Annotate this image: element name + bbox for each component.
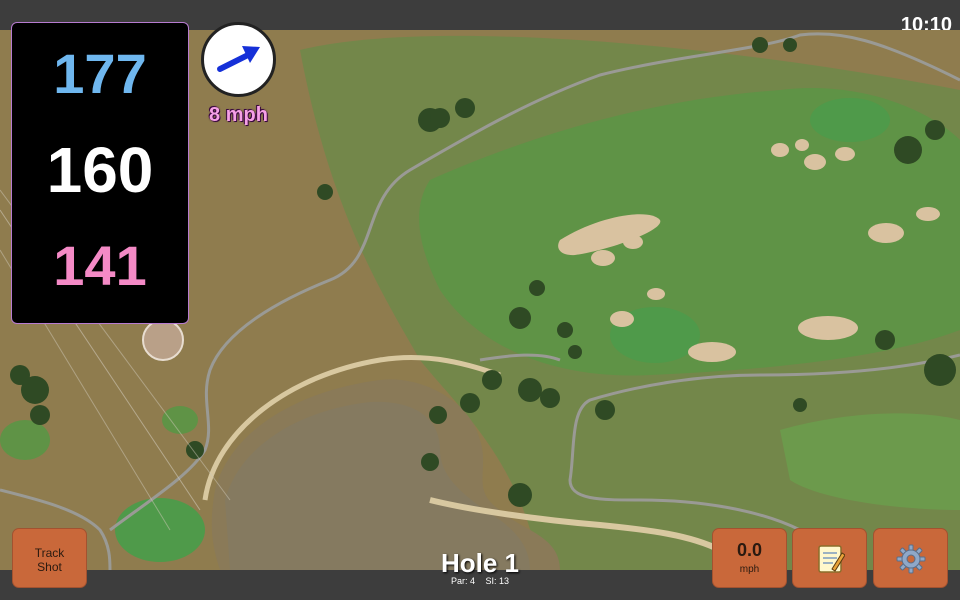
track-shot-label-line1: Track: [34, 546, 65, 560]
notepad-icon: [817, 545, 845, 573]
hole-si: SI: 13: [485, 576, 510, 586]
hole-info: Hole 1 Par: 4 SI: 13: [380, 549, 580, 586]
wind-speed: 8 mph: [209, 104, 268, 126]
distance-middle: 160: [46, 134, 154, 206]
hole-title: Hole 1: [440, 548, 520, 578]
settings-button[interactable]: [873, 528, 948, 588]
gear-icon: [896, 544, 925, 574]
speed-button[interactable]: 0.0 mph: [712, 528, 787, 588]
distance-back: 177: [53, 42, 147, 105]
wind-arrow-icon: [217, 46, 260, 72]
distance-panel: 177 160 141: [11, 22, 189, 324]
distance-front: 141: [53, 234, 147, 297]
track-shot-label-line2: Shot: [37, 560, 62, 574]
speed-unit: mph: [739, 564, 760, 575]
notes-button[interactable]: [792, 528, 867, 588]
track-shot-button[interactable]: Track Shot: [12, 528, 87, 588]
speed-value: 0.0: [736, 540, 763, 560]
hole-details: Par: 4 SI: 13: [380, 576, 580, 586]
wind-compass: [201, 22, 276, 97]
hole-par: Par: 4: [450, 576, 475, 586]
